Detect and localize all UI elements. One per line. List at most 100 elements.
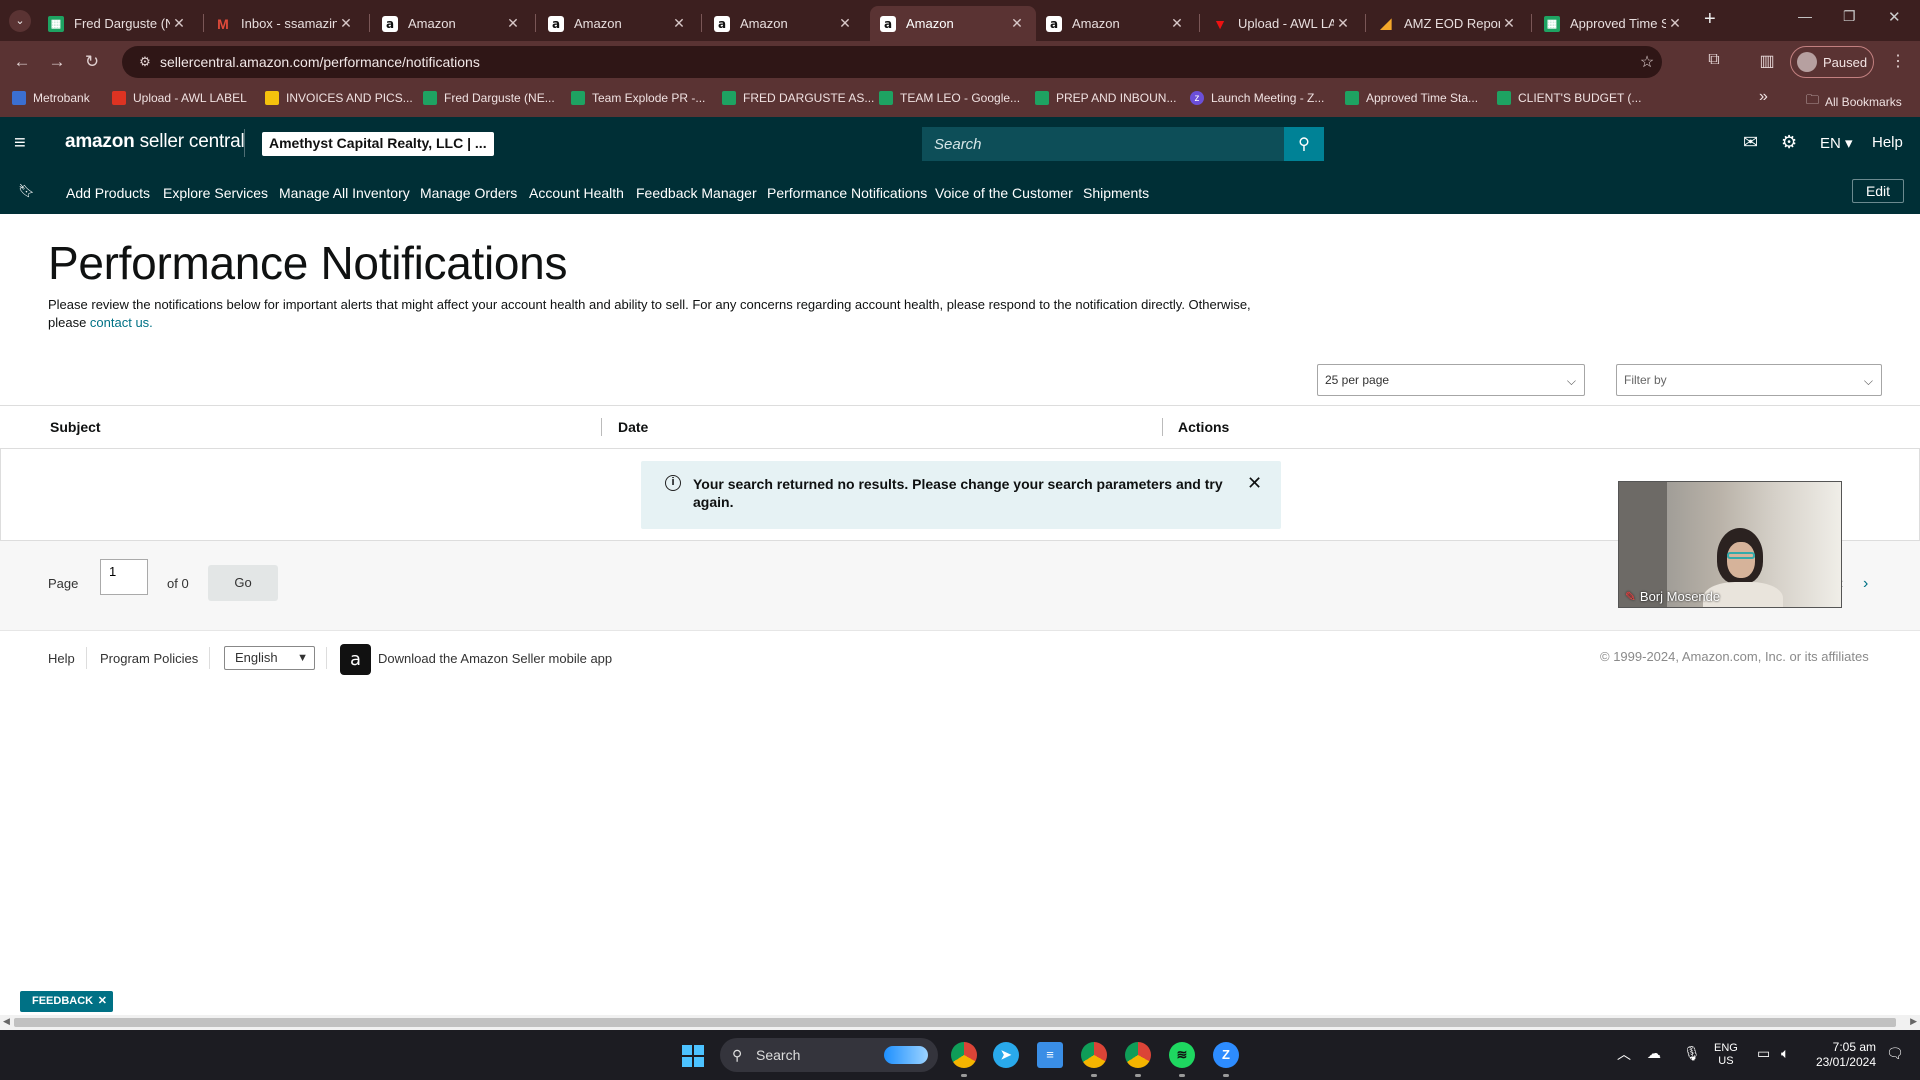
tab-close-icon[interactable]: ✕ [170,15,188,32]
video-call-overlay[interactable]: ✎ Borj Mosende [1618,481,1842,608]
profile-button[interactable]: Paused [1790,46,1874,78]
tab-close-icon[interactable]: ✕ [836,15,854,32]
tab-close-icon[interactable]: ✕ [504,15,522,32]
close-feedback-icon[interactable]: ✕ [98,991,107,1012]
tab-close-icon[interactable]: ✕ [670,15,688,32]
window-close-icon[interactable]: ✕ [1888,8,1901,26]
telegram-icon[interactable]: ➤ [993,1042,1019,1068]
extensions-icon[interactable]: ⧉ [1703,51,1725,69]
bookmark-item[interactable]: CLIENT'S BUDGET (... [1497,91,1641,105]
system-clock[interactable]: 7:05 am 23/01/2024 [1812,1040,1876,1070]
browser-tab[interactable]: a Amazon ✕ [704,6,864,41]
tab-close-icon[interactable]: ✕ [1500,15,1518,32]
nav-shipments[interactable]: Shipments [1083,185,1149,201]
notepad-icon[interactable]: ≡ [1037,1042,1063,1068]
bookmarks-overflow-icon[interactable]: » [1759,88,1768,106]
bookmark-star-icon[interactable]: ☆ [1632,52,1662,72]
page-number-input[interactable] [100,559,148,595]
bookmark-item[interactable]: Upload - AWL LABEL [112,91,247,105]
contact-us-link[interactable]: contact us. [90,315,153,330]
filter-select[interactable]: Filter by ⌵ [1616,364,1882,396]
notifications-icon[interactable]: 🗨︎ [1886,1045,1904,1062]
bookmark-item[interactable]: TEAM LEO - Google... [879,91,1020,105]
bookmark-item[interactable]: Metrobank [12,91,90,105]
restore-icon[interactable]: ❐ [1843,8,1856,25]
tab-close-icon[interactable]: ✕ [1334,15,1352,32]
show-hidden-icons[interactable]: ︿ [1617,1044,1631,1064]
settings-gear-icon[interactable]: ⚙ [1781,132,1797,153]
browser-tab-active[interactable]: a Amazon ✕ [870,6,1036,41]
nav-add-products[interactable]: Add Products [66,185,150,201]
scroll-right-icon[interactable]: ▶ [1910,1016,1917,1027]
network-icon[interactable]: ▭ [1757,1045,1770,1062]
minimize-icon[interactable]: — [1798,8,1812,24]
microphone-icon[interactable]: 🎙︎ [1683,1045,1701,1062]
amazon-app-icon[interactable]: a [340,644,371,675]
bookmark-item[interactable]: z Launch Meeting - Z... [1190,91,1324,105]
nav-account-health[interactable]: Account Health [529,185,624,201]
volume-icon[interactable]: 🔈︎ [1781,1045,1789,1062]
input-language[interactable]: ENG US [1714,1042,1738,1068]
browser-tab[interactable]: ▼ Upload - AWL LA ✕ [1202,6,1362,41]
nav-manage-all-inventory[interactable]: Manage All Inventory [279,185,410,201]
horizontal-scrollbar[interactable]: ◀ ▶ [0,1015,1920,1030]
column-subject[interactable]: Subject [50,419,101,435]
spotify-icon[interactable]: ≋ [1169,1042,1195,1068]
nav-voice-of-the-customer[interactable]: Voice of the Customer [935,185,1073,201]
help-link[interactable]: Help [1872,134,1903,151]
address-bar[interactable]: ⚙ sellercentral.amazon.com/performance/n… [122,46,1662,78]
bookmark-item[interactable]: INVOICES AND PICS... [265,91,413,105]
chrome-icon[interactable] [951,1042,977,1068]
close-alert-icon[interactable]: ✕ [1247,473,1262,494]
column-date[interactable]: Date [618,419,648,435]
tab-close-icon[interactable]: ✕ [1008,15,1026,32]
nav-performance-notifications[interactable]: Performance Notifications [767,185,927,201]
nav-feedback-manager[interactable]: Feedback Manager [636,185,757,201]
nav-explore-services[interactable]: Explore Services [163,185,268,201]
search-button[interactable]: ⚲ [1284,127,1324,161]
edit-nav-button[interactable]: Edit [1852,179,1904,203]
windows-start-icon[interactable] [682,1045,704,1067]
tab-search-dropdown-icon[interactable]: ⌄ [9,10,31,32]
footer-language-select[interactable]: English ▼ [224,646,315,670]
forward-arrow-icon[interactable]: → [46,51,68,73]
go-button[interactable]: Go [208,565,278,601]
reload-icon[interactable]: ↻ [81,51,103,73]
browser-tab[interactable]: a Amazon ✕ [372,6,532,41]
download-app-link[interactable]: Download the Amazon Seller mobile app [378,651,612,666]
side-panel-icon[interactable]: ▥ [1756,51,1778,71]
chrome-profile-icon[interactable] [1125,1042,1151,1068]
next-page-icon[interactable]: › [1863,575,1868,593]
site-info-icon[interactable]: ⚙ [130,54,160,70]
browser-tab[interactable]: a Amazon ✕ [538,6,698,41]
search-input[interactable] [922,127,1284,161]
back-arrow-icon[interactable]: ← [11,51,33,73]
bookmark-item[interactable]: Fred Darguste (NE... [423,91,555,105]
browser-tab[interactable]: ▦ Approved Time St ✕ [1534,6,1694,41]
footer-help-link[interactable]: Help [48,651,75,666]
bookmark-item[interactable]: PREP AND INBOUN... [1035,91,1176,105]
onedrive-icon[interactable]: ☁ [1647,1045,1661,1062]
mail-icon[interactable]: ✉ [1743,132,1758,153]
taskbar-search[interactable]: ⚲ Search [720,1038,938,1072]
language-selector[interactable]: EN ▾ [1820,134,1853,152]
browser-menu-icon[interactable]: ⋮ [1887,51,1909,71]
bookmark-item[interactable]: Team Explode PR -... [571,91,705,105]
tab-close-icon[interactable]: ✕ [337,15,355,32]
tab-close-icon[interactable]: ✕ [1666,15,1684,32]
new-tab-button[interactable]: + [1704,8,1716,31]
browser-tab[interactable]: ▦ Fred Darguste (NE ✕ [38,6,198,41]
all-bookmarks-button[interactable]: 🗀 All Bookmarks [1806,91,1902,113]
url-text[interactable]: sellercentral.amazon.com/performance/not… [160,54,1632,70]
scrollbar-thumb[interactable] [14,1018,1896,1027]
tab-close-icon[interactable]: ✕ [1168,15,1186,32]
chrome-profile-icon[interactable] [1081,1042,1107,1068]
bookmark-icon[interactable]: 🔖︎ [18,183,35,199]
bookmark-item[interactable]: Approved Time Sta... [1345,91,1478,105]
hamburger-menu-icon[interactable]: ≡ [14,133,32,153]
scroll-left-icon[interactable]: ◀ [3,1016,10,1027]
browser-tab[interactable]: a Amazon ✕ [1036,6,1196,41]
bookmark-item[interactable]: FRED DARGUSTE AS... [722,91,874,105]
account-switcher[interactable]: Amethyst Capital Realty, LLC | ... [262,132,494,156]
feedback-button[interactable]: FEEDBACK ✕ [20,991,113,1012]
